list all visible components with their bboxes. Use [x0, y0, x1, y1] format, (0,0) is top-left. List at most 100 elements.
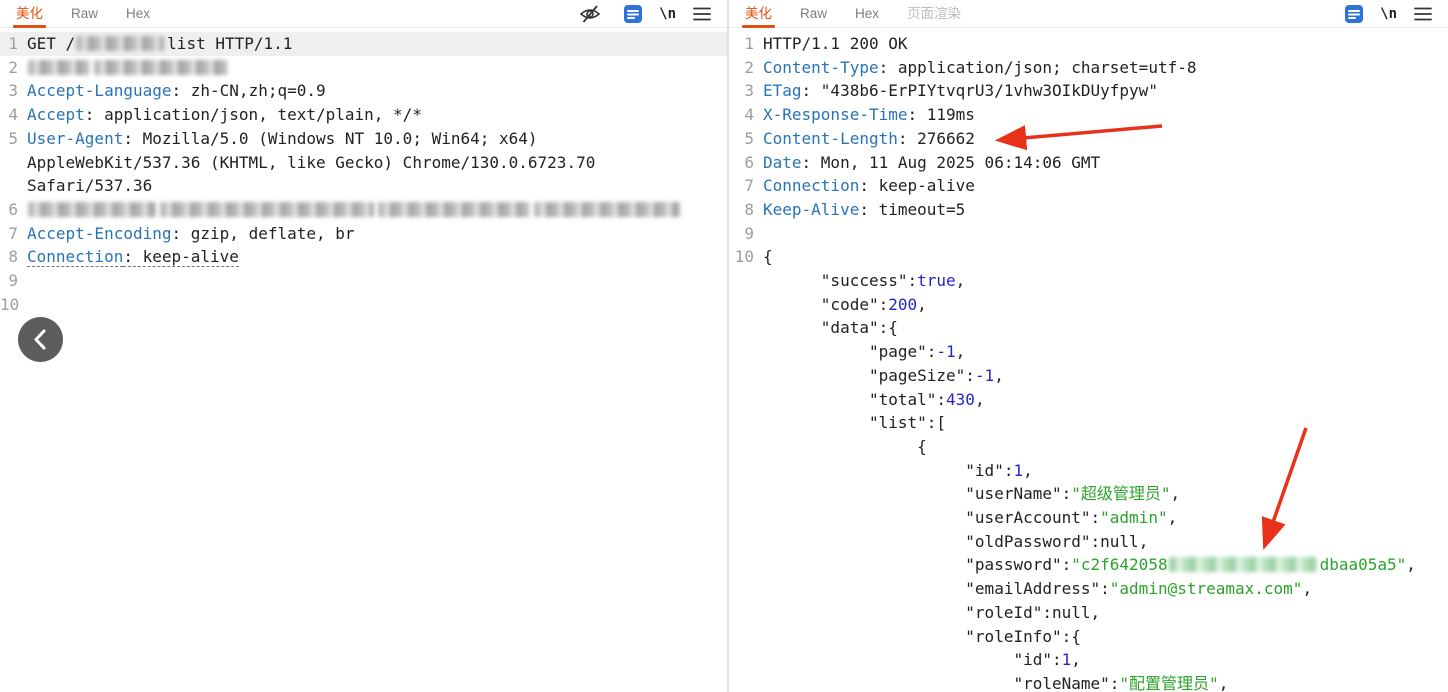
- code-text: "password":: [763, 555, 1072, 575]
- code-text: ,: [1302, 579, 1313, 599]
- code-line: Content-Type: application/json; charset=…: [763, 56, 1196, 80]
- line-number: [729, 340, 763, 364]
- code-row: 1 GET / list HTTP/1.1: [0, 32, 727, 56]
- tab-页面渲染[interactable]: 页面渲染: [907, 0, 961, 28]
- code-line: User-Agent: Mozilla/5.0 (Windows NT 10.0…: [27, 127, 538, 151]
- redacted-text: [28, 201, 156, 217]
- code-row: 6: [0, 198, 727, 222]
- tab-Hex[interactable]: Hex: [126, 0, 150, 28]
- line-number: 1: [8, 34, 18, 53]
- code-line: "userAccount":"admin",: [763, 506, 1177, 530]
- tab-美化[interactable]: 美化: [742, 0, 775, 28]
- request-tabs: 美化 Raw Hex: [13, 0, 150, 28]
- response-toolbar: 美化 Raw Hex 页面渲染 \n: [729, 0, 1448, 28]
- line-number: [729, 364, 763, 388]
- line-number: 8: [8, 247, 18, 267]
- code-text: 1: [1013, 460, 1024, 480]
- line-number: 5: [8, 128, 18, 148]
- response-tabs: 美化 Raw Hex 页面渲染: [742, 0, 961, 28]
- code-line: Accept: application/json, text/plain, */…: [27, 103, 422, 127]
- format-icon[interactable]: [622, 3, 644, 25]
- code-row: 4 X-Response-Time: 119ms: [729, 103, 1448, 127]
- code-row: "roleId":null,: [729, 601, 1448, 625]
- code-text: "id":: [763, 650, 1062, 670]
- code-text: ,: [994, 365, 1004, 385]
- code-row: "id":1,: [729, 459, 1448, 483]
- code-line: Connection: keep-alive: [763, 174, 975, 198]
- newline-icon[interactable]: \n: [659, 3, 676, 25]
- code-text: null: [1051, 602, 1091, 622]
- line-number: [729, 316, 763, 340]
- code-text: ,: [1167, 508, 1178, 528]
- code-text: "c2f642058: [1071, 555, 1168, 575]
- code-line: [27, 198, 683, 222]
- code-text: ,: [1023, 460, 1033, 480]
- code-line: "roleName":"配置管理员",: [763, 672, 1228, 691]
- menu-icon[interactable]: [691, 3, 713, 25]
- line-number: 9: [8, 271, 18, 291]
- request-editor[interactable]: 1 GET / list HTTP/1.1 2 3 Accept-Language: zh…: [0, 28, 727, 691]
- code-row: 5 Content-Length: 276662: [729, 127, 1448, 151]
- code-line: GET / list HTTP/1.1: [27, 32, 292, 56]
- code-text: : keep-alive: [859, 176, 975, 196]
- redacted-text: [1168, 557, 1317, 573]
- line-number: 10: [0, 294, 20, 314]
- code-text: "data":{: [763, 318, 898, 338]
- code-text: ETag: [763, 81, 802, 101]
- code-text: {: [763, 247, 773, 267]
- code-line: {: [763, 245, 773, 269]
- code-line: "id":1,: [763, 459, 1033, 483]
- code-text: 200: [888, 294, 918, 314]
- code-text: Content-Type: [763, 57, 879, 77]
- code-row: {: [729, 435, 1448, 459]
- line-number: [729, 411, 763, 435]
- response-toolbar-icons: \n: [1343, 3, 1434, 25]
- code-line: Content-Length: 276662: [763, 127, 975, 151]
- code-line: "page":-1,: [763, 340, 965, 364]
- code-text: "admin": [1100, 508, 1168, 528]
- code-line: "emailAddress":"admin@streamax.com",: [763, 577, 1312, 601]
- code-line: HTTP/1.1 200 OK: [763, 32, 908, 56]
- code-row: "userAccount":"admin",: [729, 506, 1448, 530]
- line-number: 3: [8, 81, 18, 101]
- line-number: 6: [744, 152, 754, 172]
- code-row: Safari/537.36: [0, 174, 727, 198]
- line-number: 3: [744, 81, 754, 101]
- line-number: [729, 553, 763, 577]
- redacted-text: [94, 59, 228, 75]
- response-editor[interactable]: 1 HTTP/1.1 200 OK 2 Content-Type: applicati…: [729, 28, 1448, 691]
- line-number: [729, 269, 763, 293]
- code-text: ,: [974, 389, 985, 409]
- code-line: "total":430,: [763, 388, 985, 412]
- line-number: [729, 648, 763, 672]
- code-text: 430: [946, 389, 975, 409]
- tab-Raw[interactable]: Raw: [71, 0, 98, 28]
- code-line: Date: Mon, 11 Aug 2025 06:14:06 GMT: [763, 151, 1100, 175]
- newline-icon[interactable]: \n: [1380, 3, 1397, 25]
- line-number: [729, 293, 763, 317]
- line-number: [729, 672, 763, 691]
- code-text: : zh-CN,zh;q=0.9: [171, 81, 326, 101]
- code-text: ,: [1071, 650, 1081, 670]
- code-text: null: [1100, 531, 1139, 551]
- line-number: 5: [744, 128, 754, 148]
- tab-美化[interactable]: 美化: [13, 0, 46, 28]
- line-number: [729, 435, 763, 459]
- format-icon[interactable]: [1343, 3, 1365, 25]
- redacted-text: [160, 201, 374, 217]
- code-row: "emailAddress":"admin@streamax.com",: [729, 577, 1448, 601]
- collapse-panel-button[interactable]: [18, 317, 63, 362]
- code-text: "list":[: [763, 413, 947, 433]
- request-toolbar-icons: \n: [579, 3, 713, 25]
- tab-Raw[interactable]: Raw: [800, 0, 827, 28]
- code-text: Keep-Alive: [763, 199, 860, 219]
- code-text: {: [763, 436, 927, 456]
- code-line: [27, 56, 231, 80]
- code-row: 7 Accept-Encoding: gzip, deflate, br: [0, 222, 727, 246]
- code-line: Accept-Encoding: gzip, deflate, br: [27, 222, 355, 246]
- hide-sensitive-icon[interactable]: [579, 3, 601, 25]
- menu-icon[interactable]: [1412, 3, 1434, 25]
- code-line: "pageSize":-1,: [763, 364, 1004, 388]
- code-text: "code":: [763, 294, 889, 314]
- tab-Hex[interactable]: Hex: [855, 0, 879, 28]
